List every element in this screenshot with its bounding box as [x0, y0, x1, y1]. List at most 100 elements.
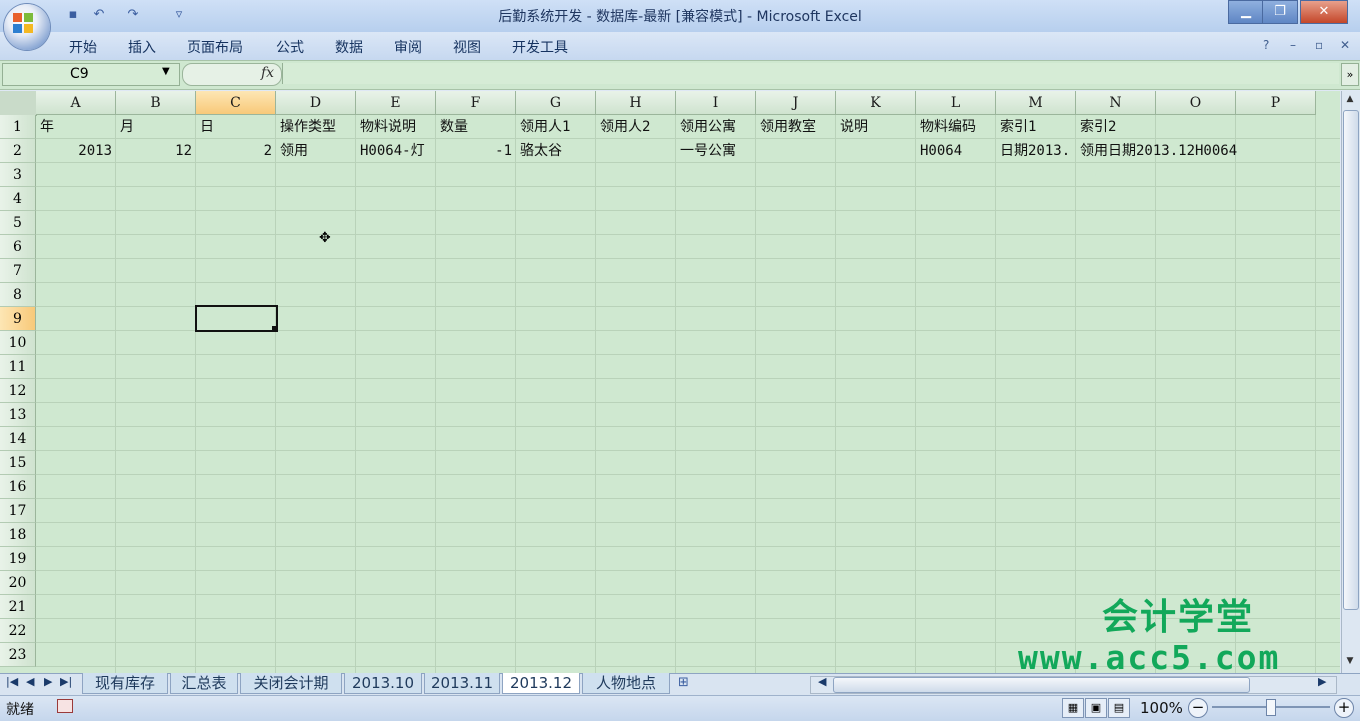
insert-function-icon[interactable]: fx [261, 65, 274, 81]
column-header-d[interactable]: D [276, 91, 356, 115]
row-header-9[interactable]: 9 [0, 307, 36, 331]
cell-f2[interactable]: -1 [436, 139, 512, 163]
macro-record-icon[interactable] [57, 699, 73, 713]
zoom-in-icon[interactable]: + [1334, 698, 1354, 718]
help-icon[interactable]: ? [1263, 38, 1269, 52]
tab-insert[interactable]: 插入 [128, 37, 156, 57]
cell-f1[interactable]: 数量 [440, 115, 514, 139]
page-layout-view-icon[interactable]: ▣ [1085, 698, 1107, 718]
row-header-18[interactable]: 18 [0, 523, 36, 547]
row-header-6[interactable]: 6 [0, 235, 36, 259]
ribbon-restore-button[interactable]: ▫ [1315, 38, 1323, 52]
row-header-22[interactable]: 22 [0, 619, 36, 643]
row-header-4[interactable]: 4 [0, 187, 36, 211]
cell-n2[interactable]: 领用日期2013.12H0064 [1080, 139, 1280, 163]
normal-view-icon[interactable]: ▦ [1062, 698, 1084, 718]
cell-k1[interactable]: 说明 [840, 115, 914, 139]
row-header-15[interactable]: 15 [0, 451, 36, 475]
scroll-down-icon[interactable]: ▼ [1343, 656, 1357, 670]
row-header-2[interactable]: 2 [0, 139, 36, 163]
column-header-g[interactable]: G [516, 91, 596, 115]
cell-a2[interactable]: 2013 [36, 139, 112, 163]
row-header-23[interactable]: 23 [0, 643, 36, 667]
row-header-7[interactable]: 7 [0, 259, 36, 283]
zoom-level[interactable]: 100% [1140, 699, 1183, 717]
row-header-19[interactable]: 19 [0, 547, 36, 571]
zoom-slider-thumb[interactable] [1266, 699, 1276, 716]
row-header-11[interactable]: 11 [0, 355, 36, 379]
row-header-1[interactable]: 1 [0, 115, 36, 139]
next-sheet-icon[interactable]: ▶ [44, 675, 52, 688]
cell-c2[interactable]: 2 [196, 139, 272, 163]
cell-b2[interactable]: 12 [116, 139, 192, 163]
column-header-k[interactable]: K [836, 91, 916, 115]
cell-m2[interactable]: 日期2013. [1000, 139, 1074, 163]
worksheet-grid[interactable] [0, 91, 1340, 673]
fill-handle[interactable] [272, 326, 277, 331]
cell-d2[interactable]: 领用 [280, 139, 354, 163]
row-header-12[interactable]: 12 [0, 379, 36, 403]
cell-j1[interactable]: 领用教室 [760, 115, 834, 139]
column-header-n[interactable]: N [1076, 91, 1156, 115]
ribbon-close-button[interactable]: ✕ [1340, 38, 1350, 52]
column-header-e[interactable]: E [356, 91, 436, 115]
cell-i1[interactable]: 领用公寓 [680, 115, 754, 139]
column-header-c[interactable]: C [196, 91, 276, 115]
cell-d1[interactable]: 操作类型 [280, 115, 354, 139]
cell-l1[interactable]: 物料编码 [920, 115, 994, 139]
insert-sheet-icon[interactable]: ⊞ [678, 675, 689, 690]
column-header-l[interactable]: L [916, 91, 996, 115]
prev-sheet-icon[interactable]: ◀ [26, 675, 34, 688]
tab-page-layout[interactable]: 页面布局 [187, 37, 243, 57]
name-box-dropdown-icon[interactable]: ▼ [162, 66, 170, 77]
column-header-o[interactable]: O [1156, 91, 1236, 115]
column-header-m[interactable]: M [996, 91, 1076, 115]
column-header-j[interactable]: J [756, 91, 836, 115]
sheet-tab-6[interactable]: 人物地点 [582, 673, 670, 694]
sheet-tab-5[interactable]: 2013.12 [502, 673, 580, 694]
select-all-corner[interactable] [0, 91, 37, 116]
maximize-button[interactable]: ❐ [1262, 0, 1298, 24]
column-header-h[interactable]: H [596, 91, 676, 115]
ribbon-minimize-button[interactable]: – [1290, 38, 1296, 52]
row-header-16[interactable]: 16 [0, 475, 36, 499]
row-header-13[interactable]: 13 [0, 403, 36, 427]
scroll-right-icon[interactable]: ▶ [1318, 675, 1326, 688]
sheet-tab-3[interactable]: 2013.10 [344, 673, 422, 694]
tab-developer[interactable]: 开发工具 [512, 37, 568, 57]
cell-c1[interactable]: 日 [200, 115, 274, 139]
cell-a1[interactable]: 年 [40, 115, 114, 139]
cell-l2[interactable]: H0064 [920, 139, 994, 163]
column-header-f[interactable]: F [436, 91, 516, 115]
row-header-20[interactable]: 20 [0, 571, 36, 595]
column-header-i[interactable]: I [676, 91, 756, 115]
cell-e1[interactable]: 物料说明 [360, 115, 434, 139]
close-button[interactable]: ✕ [1300, 0, 1348, 24]
scroll-left-icon[interactable]: ◀ [818, 675, 826, 688]
row-header-17[interactable]: 17 [0, 499, 36, 523]
tab-data[interactable]: 数据 [335, 37, 363, 57]
zoom-out-icon[interactable]: − [1188, 698, 1208, 718]
cell-i2[interactable]: 一号公寓 [680, 139, 754, 163]
vertical-scroll-thumb[interactable] [1343, 110, 1359, 610]
sheet-tab-0[interactable]: 现有库存 [82, 673, 168, 694]
cell-m1[interactable]: 索引1 [1000, 115, 1074, 139]
column-header-b[interactable]: B [116, 91, 196, 115]
scroll-up-icon[interactable]: ▲ [1343, 94, 1357, 108]
minimize-button[interactable]: ▁ [1228, 0, 1264, 24]
row-header-5[interactable]: 5 [0, 211, 36, 235]
sheet-tab-4[interactable]: 2013.11 [424, 673, 500, 694]
last-sheet-icon[interactable]: ▶| [60, 675, 72, 688]
column-header-a[interactable]: A [36, 91, 116, 115]
expand-formula-bar-icon[interactable]: » [1341, 63, 1359, 86]
selected-cell-outline[interactable] [195, 305, 278, 332]
row-header-14[interactable]: 14 [0, 427, 36, 451]
tab-formulas[interactable]: 公式 [276, 37, 304, 57]
cell-g2[interactable]: 骆太谷 [520, 139, 594, 163]
row-header-3[interactable]: 3 [0, 163, 36, 187]
column-header-p[interactable]: P [1236, 91, 1316, 115]
tab-review[interactable]: 审阅 [394, 37, 422, 57]
cell-e2[interactable]: H0064-灯 [360, 139, 434, 163]
row-header-8[interactable]: 8 [0, 283, 36, 307]
sheet-tab-1[interactable]: 汇总表 [170, 673, 238, 694]
